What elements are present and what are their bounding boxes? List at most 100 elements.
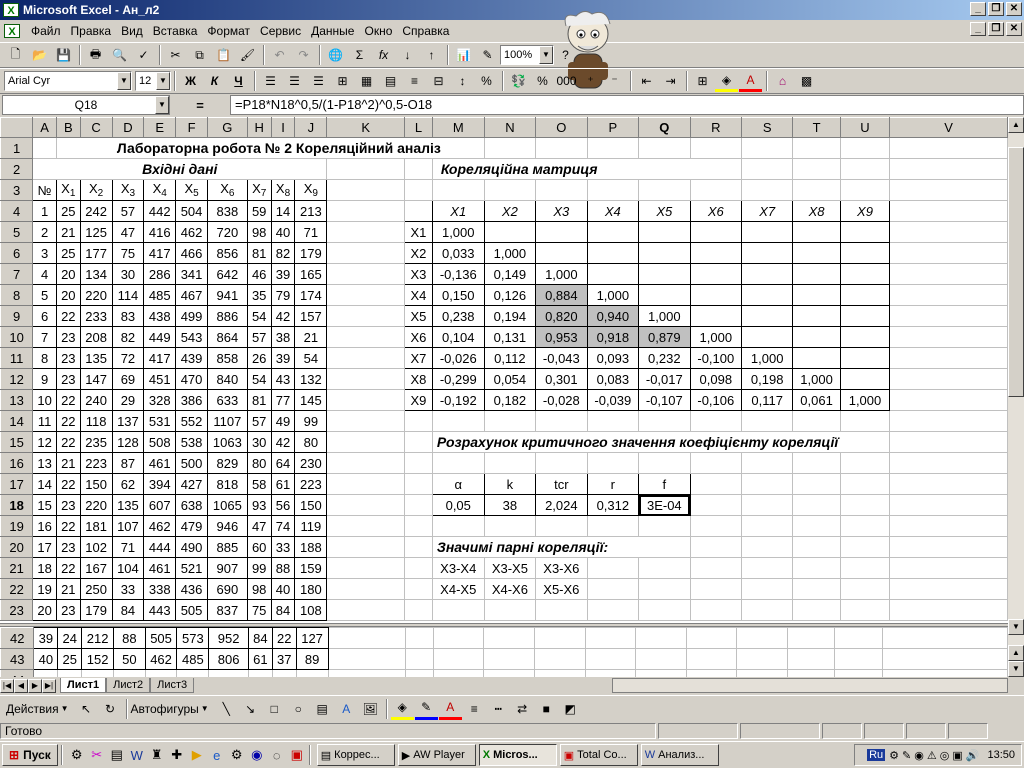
row-header-42[interactable]: 42 — [0, 627, 35, 649]
row-header-12[interactable]: 12 — [0, 368, 34, 390]
data-cell[interactable]: 7 — [32, 326, 57, 348]
empty-cell[interactable] — [404, 158, 433, 180]
matrix-cell[interactable]: 1,000 — [689, 326, 743, 348]
empty-cell[interactable] — [432, 669, 485, 677]
data-cell[interactable]: 157 — [294, 305, 328, 327]
empty-cell[interactable] — [839, 599, 891, 621]
empty-cell[interactable] — [405, 627, 434, 649]
select-pointer-icon[interactable]: ↖ — [75, 698, 98, 720]
scroll-thumb[interactable] — [1008, 147, 1024, 397]
empty-cell[interactable] — [741, 137, 794, 159]
empty-cell[interactable] — [689, 452, 743, 474]
data-cell[interactable]: 82 — [111, 326, 145, 348]
empty-cell[interactable] — [483, 137, 537, 159]
column-header-D[interactable]: D — [111, 117, 145, 138]
empty-cell[interactable] — [839, 473, 891, 495]
data-cell[interactable]: 107 — [111, 515, 145, 537]
data-cell[interactable]: 25 — [55, 200, 81, 222]
critical-value[interactable]: 0,05 — [431, 494, 485, 516]
empty-cell[interactable] — [741, 473, 794, 495]
matrix-cell[interactable] — [839, 368, 891, 390]
column-header-P[interactable]: P — [586, 117, 640, 138]
decrease-decimal-icon[interactable]: ⁻ — [603, 70, 626, 92]
data-cell[interactable]: 35 — [246, 284, 272, 306]
textbox-icon[interactable]: ▤ — [311, 698, 334, 720]
data-cell[interactable]: 84 — [247, 627, 273, 649]
matrix-cell[interactable] — [839, 347, 891, 369]
align-right-icon[interactable]: ☰ — [307, 70, 330, 92]
matrix-cell[interactable] — [839, 326, 891, 348]
data-cell[interactable]: 152 — [81, 648, 115, 670]
data-cell[interactable]: 5 — [32, 284, 57, 306]
next-sheet-icon[interactable]: ▶ — [28, 678, 42, 693]
empty-cell[interactable] — [483, 410, 537, 432]
column-header-R[interactable]: R — [689, 117, 743, 138]
data-cell[interactable]: 220 — [79, 284, 113, 306]
empty-cell[interactable] — [584, 669, 637, 677]
empty-cell[interactable] — [326, 515, 406, 537]
data-cell[interactable]: 20 — [55, 284, 81, 306]
matrix-cell[interactable] — [792, 221, 841, 243]
quicklaunch-10-icon[interactable]: ▣ — [288, 746, 306, 764]
column-header-H[interactable]: H — [246, 117, 272, 138]
empty-cell[interactable] — [405, 648, 434, 670]
new-icon[interactable]: 🗋 — [4, 44, 27, 66]
data-cell[interactable]: 499 — [175, 305, 208, 327]
x-header-3[interactable]: X3 — [111, 179, 145, 201]
empty-cell[interactable] — [404, 452, 433, 474]
quicklaunch-7-icon[interactable]: ⚙ — [228, 746, 246, 764]
matrix-col-header[interactable]: X5 — [638, 200, 691, 222]
data-cell[interactable]: 64 — [270, 452, 296, 474]
close-button[interactable]: ✕ — [1006, 2, 1022, 16]
menu-window[interactable]: Окно — [359, 22, 397, 40]
empty-cell[interactable] — [586, 179, 640, 201]
matrix-row-header[interactable]: X3 — [404, 263, 433, 285]
matrix-cell[interactable] — [535, 221, 588, 243]
data-cell[interactable]: 638 — [175, 494, 208, 516]
matrix-row-header[interactable]: X4 — [404, 284, 433, 306]
data-cell[interactable]: 885 — [206, 536, 248, 558]
empty-cell[interactable] — [839, 137, 891, 159]
matrix-cell[interactable] — [792, 284, 841, 306]
data-cell[interactable]: 125 — [79, 221, 113, 243]
scroll-down2-icon[interactable]: ▼ — [1008, 661, 1024, 677]
empty-cell[interactable] — [586, 137, 640, 159]
empty-cell[interactable] — [741, 599, 794, 621]
data-cell[interactable]: 462 — [143, 515, 177, 537]
x-header-5[interactable]: X5 — [175, 179, 208, 201]
menu-tools[interactable]: Сервис — [255, 22, 306, 40]
actions-menu[interactable]: Действия — [6, 702, 59, 716]
shadow-icon[interactable]: ■ — [535, 698, 558, 720]
x-header-4[interactable]: X4 — [143, 179, 177, 201]
empty-cell[interactable] — [404, 473, 433, 495]
restore-button[interactable]: ❐ — [988, 2, 1004, 16]
data-cell[interactable]: 223 — [294, 473, 328, 495]
data-cell[interactable]: 490 — [175, 536, 208, 558]
empty-cell[interactable] — [326, 326, 406, 348]
data-cell[interactable]: 81 — [246, 242, 272, 264]
empty-cell[interactable] — [889, 368, 1008, 390]
empty-cell[interactable] — [635, 669, 687, 677]
data-cell[interactable]: 59 — [246, 200, 272, 222]
matrix-cell[interactable] — [689, 305, 743, 327]
matrix-cell[interactable] — [792, 242, 841, 264]
data-cell[interactable]: 451 — [143, 368, 177, 390]
matrix-cell[interactable] — [689, 242, 743, 264]
data-cell[interactable]: 858 — [206, 347, 248, 369]
hyperlink-icon[interactable]: 🌐 — [324, 44, 347, 66]
empty-cell[interactable] — [833, 627, 884, 649]
percent-vertical-icon[interactable]: % — [475, 70, 498, 92]
empty-cell[interactable] — [736, 669, 789, 677]
data-cell[interactable]: 213 — [294, 200, 328, 222]
empty-cell[interactable] — [533, 669, 586, 677]
matrix-cell[interactable] — [839, 305, 891, 327]
empty-cell[interactable] — [839, 536, 891, 558]
empty-cell[interactable] — [792, 410, 841, 432]
data-cell[interactable]: 22 — [55, 431, 81, 453]
empty-cell[interactable] — [889, 515, 1008, 537]
column-header-O[interactable]: O — [535, 117, 588, 138]
empty-cell[interactable] — [404, 179, 433, 201]
data-cell[interactable]: 134 — [79, 263, 113, 285]
data-cell[interactable]: 30 — [246, 431, 272, 453]
empty-cell[interactable] — [638, 599, 691, 621]
